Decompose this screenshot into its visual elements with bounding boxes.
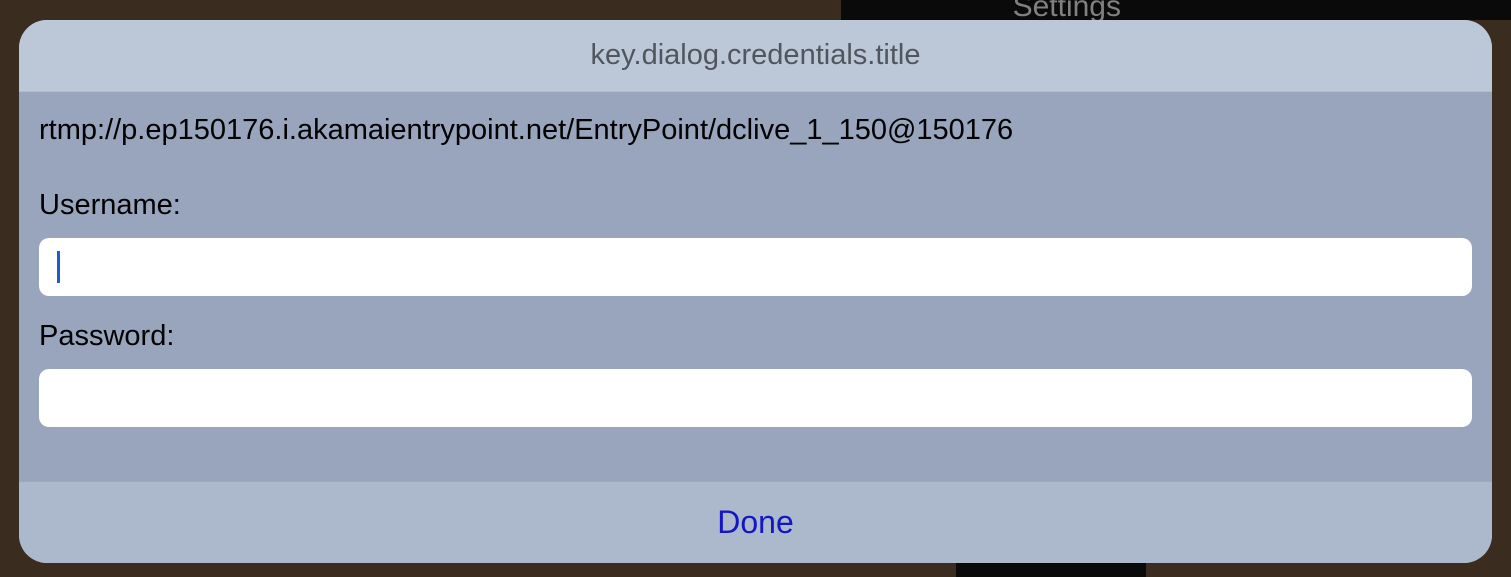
password-input[interactable] <box>39 369 1472 427</box>
dialog-footer: Done <box>19 481 1492 563</box>
dialog-body: rtmp://p.ep150176.i.akamaientrypoint.net… <box>19 92 1492 481</box>
credentials-dialog: key.dialog.credentials.title rtmp://p.ep… <box>19 20 1492 563</box>
done-button[interactable]: Done <box>19 482 1492 563</box>
password-label: Password: <box>39 320 1472 353</box>
dialog-title: key.dialog.credentials.title <box>591 39 921 72</box>
background-bottom-strip <box>956 563 1146 577</box>
username-label: Username: <box>39 189 1472 222</box>
dialog-header: key.dialog.credentials.title <box>19 20 1492 92</box>
rtmp-url: rtmp://p.ep150176.i.akamaientrypoint.net… <box>39 114 1472 147</box>
username-input-wrapper <box>39 238 1472 296</box>
username-input[interactable] <box>39 238 1472 296</box>
background-panel <box>841 0 1511 20</box>
